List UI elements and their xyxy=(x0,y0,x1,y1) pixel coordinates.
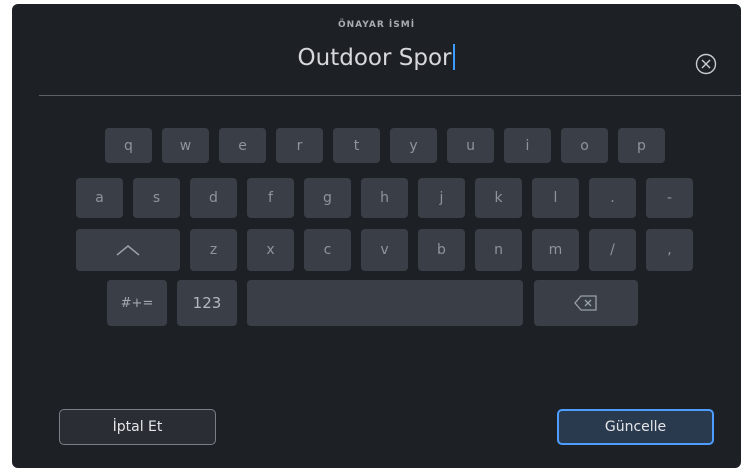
key-a[interactable]: a xyxy=(76,178,123,218)
backspace-key[interactable] xyxy=(534,280,638,326)
key-o[interactable]: o xyxy=(561,128,608,163)
key-c[interactable]: c xyxy=(304,229,351,271)
key-m[interactable]: m xyxy=(532,229,579,271)
key-hyphen[interactable]: - xyxy=(646,178,693,218)
key-q[interactable]: q xyxy=(105,128,152,163)
key-comma[interactable]: , xyxy=(646,229,693,271)
update-button[interactable]: Güncelle xyxy=(557,409,714,445)
key-g[interactable]: g xyxy=(304,178,351,218)
key-s[interactable]: s xyxy=(133,178,180,218)
key-t[interactable]: t xyxy=(333,128,380,163)
key-u[interactable]: u xyxy=(447,128,494,163)
backspace-icon xyxy=(574,295,597,311)
preset-name-value: Outdoor Spor xyxy=(297,45,452,71)
input-divider xyxy=(39,95,741,96)
clear-text-button[interactable] xyxy=(695,53,717,75)
text-caret xyxy=(453,44,456,70)
key-n[interactable]: n xyxy=(475,229,522,271)
circle-x-icon xyxy=(695,53,717,75)
key-r[interactable]: r xyxy=(276,128,323,163)
key-p[interactable]: p xyxy=(618,128,665,163)
key-z[interactable]: z xyxy=(190,229,237,271)
key-i[interactable]: i xyxy=(504,128,551,163)
key-h[interactable]: h xyxy=(361,178,408,218)
key-b[interactable]: b xyxy=(418,229,465,271)
preset-name-dialog: ÖNAYAR İSMİ Outdoor Spor q w e r t y u i… xyxy=(12,4,741,468)
key-w[interactable]: w xyxy=(162,128,209,163)
key-v[interactable]: v xyxy=(361,229,408,271)
key-f[interactable]: f xyxy=(247,178,294,218)
numbers-key[interactable]: 123 xyxy=(177,280,237,326)
key-d[interactable]: d xyxy=(190,178,237,218)
cancel-button[interactable]: İptal Et xyxy=(59,409,216,445)
key-x[interactable]: x xyxy=(247,229,294,271)
key-slash[interactable]: / xyxy=(589,229,636,271)
dialog-title: ÖNAYAR İSMİ xyxy=(337,20,416,30)
shift-key[interactable] xyxy=(76,229,180,271)
key-e[interactable]: e xyxy=(219,128,266,163)
key-period[interactable]: . xyxy=(589,178,636,218)
space-key[interactable] xyxy=(247,280,523,326)
symbols-key[interactable]: #+= xyxy=(107,280,167,326)
key-y[interactable]: y xyxy=(390,128,437,163)
key-l[interactable]: l xyxy=(532,178,579,218)
preset-name-input[interactable]: Outdoor Spor xyxy=(12,44,741,71)
key-j[interactable]: j xyxy=(418,178,465,218)
shift-chevron-icon xyxy=(116,245,140,256)
key-k[interactable]: k xyxy=(475,178,522,218)
